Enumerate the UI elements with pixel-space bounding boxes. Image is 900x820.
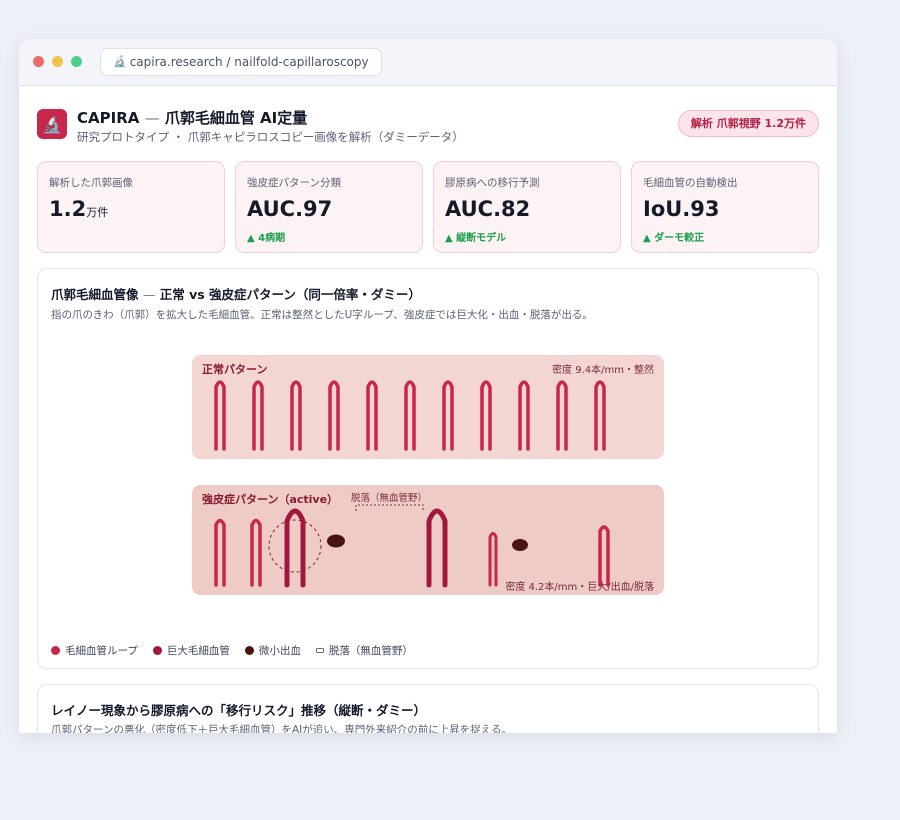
- kpi-card-detection: 毛細血管の自動検出 IoU.93 ▲ ダーモ較正: [631, 161, 819, 253]
- title-text: 爪郭毛細血管 AI定量: [164, 109, 308, 127]
- kpi-label: 毛細血管の自動検出: [643, 177, 738, 189]
- normal-density-label: 密度 9.4本/mm・整然: [552, 363, 654, 376]
- card-description: 爪郭パターンの悪化（密度低下＋巨大毛細血管）をAIが追い、専門外来紹介の前に上昇…: [51, 724, 512, 733]
- kpi-value: IoU.93: [643, 197, 720, 221]
- legend-label: 毛細血管ループ: [65, 645, 138, 657]
- kpi-card-prediction: 膠原病への移行予測 AUC.82 ▲ 縦断モデル: [433, 161, 621, 253]
- legend-item-giant: 巨大毛細血管: [152, 643, 230, 658]
- kpi-label: 強皮症パターン分類: [247, 177, 341, 189]
- legend-swatch: [315, 648, 324, 653]
- legend-label: 巨大毛細血管: [166, 645, 230, 657]
- app-logo: 🔬: [37, 109, 67, 139]
- dropout-label: 脱落（無血管野）: [351, 492, 427, 504]
- capillary-diagram: 正常パターン 密度 9.4本/mm・整然 強皮症パターン（active） 脱落（…: [192, 355, 664, 595]
- micro-hemorrhage: [512, 539, 528, 551]
- kpi-delta: ▲ ダーモ較正: [643, 233, 705, 244]
- kpi-value: 1.2万件: [49, 197, 108, 221]
- kpi-card-images: 解析した爪郭画像 1.2万件: [37, 161, 225, 253]
- kpi-delta: ▲ 縦断モデル: [445, 233, 507, 244]
- kpi-value: AUC.97: [247, 197, 333, 221]
- kpi-label: 解析した爪郭画像: [49, 177, 133, 189]
- legend-swatch: [244, 646, 254, 655]
- page-subtitle: 研究プロトタイプ ・ 爪郭キャピラロスコピー画像を解析（ダミーデータ）: [77, 130, 464, 144]
- window-close-button[interactable]: [33, 56, 44, 67]
- address-text: capira.research / nailfold-capillaroscop…: [129, 55, 369, 69]
- risk-card: レイノー現象から膠原病への「移行リスク」推移（縦断・ダミー） 爪郭パターンの悪化…: [37, 684, 819, 733]
- legend-item-loop: 毛細血管ループ: [51, 643, 138, 658]
- kpi-number: 1.2: [49, 197, 87, 221]
- title-dash: —: [144, 109, 160, 127]
- page-title: CAPIRA — 爪郭毛細血管 AI定量: [77, 107, 307, 128]
- address-bar[interactable]: 🔬 capira.research / nailfold-capillarosc…: [100, 48, 382, 76]
- normal-panel-label: 正常パターン: [202, 362, 267, 376]
- kpi-unit: 万件: [86, 206, 109, 219]
- legend-label: 微小出血: [258, 645, 301, 657]
- legend-swatch: [152, 646, 162, 655]
- kpi-label: 膠原病への移行予測: [445, 177, 540, 189]
- capillary-card: 爪郭毛細血管像 — 正常 vs 強皮症パターン（同一倍率・ダミー） 指の爪のきわ…: [37, 268, 819, 669]
- microscope-icon: 🔬: [42, 114, 62, 134]
- microscope-icon: 🔬: [113, 55, 127, 68]
- brand-name: CAPIRA: [77, 109, 140, 127]
- legend-swatch: [51, 646, 60, 655]
- window-maximize-button[interactable]: [71, 56, 82, 67]
- card-title: レイノー現象から膠原病への「移行リスク」推移（縦断・ダミー）: [51, 703, 427, 718]
- legend-label: 脱落（無血管野）: [328, 645, 413, 657]
- window-minimize-button[interactable]: [52, 56, 63, 67]
- kpi-value: AUC.82: [445, 197, 531, 221]
- micro-hemorrhage: [327, 534, 345, 548]
- status-badge: 解析 爪郭視野 1.2万件: [677, 110, 819, 137]
- browser-window: 🔬 capira.research / nailfold-capillarosc…: [19, 39, 837, 733]
- page-header: 🔬 CAPIRA — 爪郭毛細血管 AI定量 研究プロトタイプ ・ 爪郭キャピラ…: [37, 107, 819, 147]
- legend-item-dropout: 脱落（無血管野）: [315, 643, 413, 658]
- diagram-legend: 毛細血管ループ 巨大毛細血管 微小出血 脱落（無血管野）: [51, 643, 413, 658]
- kpi-delta: ▲ 4病期: [247, 233, 286, 244]
- browser-toolbar: 🔬 capira.research / nailfold-capillarosc…: [19, 39, 837, 86]
- kpi-row: 解析した爪郭画像 1.2万件 強皮症パターン分類 AUC.97 ▲ 4病期 膠原…: [37, 161, 819, 253]
- scleroderma-density-label: 密度 4.2本/mm・巨大/出血/脱落: [505, 580, 654, 593]
- scleroderma-panel-label: 強皮症パターン（active）: [202, 492, 338, 506]
- legend-item-hemorrhage: 微小出血: [244, 643, 301, 658]
- kpi-card-classification: 強皮症パターン分類 AUC.97 ▲ 4病期: [235, 161, 423, 253]
